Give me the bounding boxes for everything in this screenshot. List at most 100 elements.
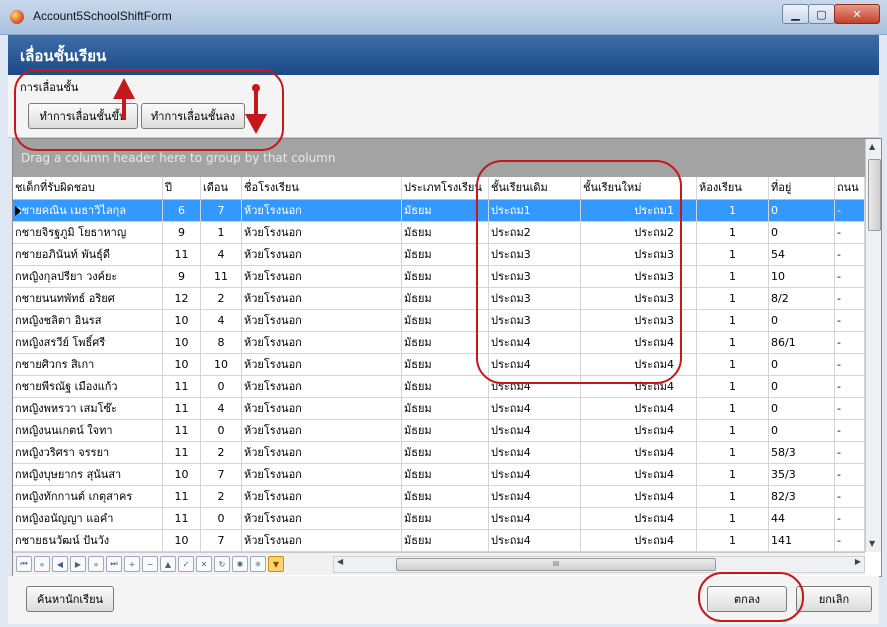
cell-age-years[interactable]: 11 <box>163 508 201 529</box>
cell-school-name[interactable]: ห้วยโรงนอก <box>242 376 402 397</box>
cell-age-months[interactable]: 7 <box>201 530 242 551</box>
cell-old-class[interactable]: ประถม3 <box>489 266 581 287</box>
cell-old-class[interactable]: ประถม4 <box>489 486 581 507</box>
cell-room[interactable]: 1 <box>697 266 769 287</box>
column-header-road[interactable]: ถนน <box>835 177 865 199</box>
cell-age-months[interactable]: 2 <box>201 442 242 463</box>
cell-road[interactable]: - <box>835 310 865 331</box>
cell-school-type[interactable]: มัธยม <box>402 398 489 419</box>
cell-address[interactable]: 0 <box>769 354 835 375</box>
table-row[interactable]: กหญิงวริศรา จรรยา 11 2 ห้วยโรงนอก มัธยม ประถม… <box>13 442 865 464</box>
cell-road[interactable]: - <box>835 376 865 397</box>
cell-room[interactable]: 1 <box>697 508 769 529</box>
nav-apply-button[interactable]: ✓ <box>178 556 194 572</box>
cell-room[interactable]: 1 <box>697 464 769 485</box>
cell-age-months[interactable]: 11 <box>201 266 242 287</box>
cell-school-name[interactable]: ห้วยโรงนอก <box>242 200 402 221</box>
cell-age-months[interactable]: 7 <box>201 464 242 485</box>
cell-old-class[interactable]: ประถม4 <box>489 398 581 419</box>
cell-new-class[interactable]: ประถม3 <box>581 244 697 265</box>
table-row[interactable]: กหญิงทักกานต์ เกตุสาคร 11 2 ห้วยโรงนอก มัธยม… <box>13 486 865 508</box>
cell-school-name[interactable]: ห้วยโรงนอก <box>242 420 402 441</box>
cell-student-name[interactable]: กชายนนทพัทธ์ อริยศ <box>13 288 163 309</box>
table-row[interactable]: กชายอภินันท์ พันธุ์ดี 11 4 ห้วยโรงนอก มัธยมป… <box>13 244 865 266</box>
table-row[interactable]: กชายธนวัฒน์ ปันวัง 10 7 ห้วยโรงนอก มัธยม ประถ… <box>13 530 865 552</box>
table-row[interactable]: กหญิงนนเกตน์ ใจทา 11 0 ห้วยโรงนอก มัธยม ประถม… <box>13 420 865 442</box>
nav-refresh-button[interactable]: ↻ <box>214 556 230 572</box>
cell-school-type[interactable]: มัธยม <box>402 464 489 485</box>
cell-old-class[interactable]: ประถม3 <box>489 244 581 265</box>
cell-school-type[interactable]: มัธยม <box>402 222 489 243</box>
cell-school-type[interactable]: มัธยม <box>402 244 489 265</box>
cell-age-months[interactable]: 0 <box>201 420 242 441</box>
cell-road[interactable]: - <box>835 530 865 551</box>
cell-age-months[interactable]: 4 <box>201 310 242 331</box>
cell-room[interactable]: 1 <box>697 530 769 551</box>
cell-student-name[interactable]: กหญิงนนเกตน์ ใจทา <box>13 420 163 441</box>
cell-old-class[interactable]: ประถม4 <box>489 420 581 441</box>
scroll-right-icon[interactable]: ▶ <box>855 557 861 566</box>
cell-old-class[interactable]: ประถม4 <box>489 508 581 529</box>
table-row[interactable]: กหญิงพหรวา เสมโซ๊ะ 11 4 ห้วยโรงนอก มัธยม ประถ… <box>13 398 865 420</box>
column-header-room[interactable]: ห้องเรียน <box>697 177 769 199</box>
horizontal-scrollbar[interactable]: ◀ III ▶ <box>333 556 865 573</box>
cell-room[interactable]: 1 <box>697 398 769 419</box>
cell-age-months[interactable]: 1 <box>201 222 242 243</box>
cell-new-class[interactable]: ประถม4 <box>581 464 697 485</box>
cell-room[interactable]: 1 <box>697 354 769 375</box>
nav-sparkle-button[interactable]: ✳ <box>250 556 266 572</box>
maximize-button[interactable]: ▢ <box>808 4 835 24</box>
nav-up-button[interactable]: ▲ <box>160 556 176 572</box>
nav-star-button[interactable]: ✱ <box>232 556 248 572</box>
vertical-scrollbar[interactable]: ▲ ▼ <box>865 139 881 552</box>
cell-new-class[interactable]: ประถม3 <box>581 310 697 331</box>
scroll-left-icon[interactable]: ◀ <box>337 557 343 566</box>
table-row[interactable]: กหญิงอนัญญา แอคำ 11 0 ห้วยโรงนอก มัธยม ประถม4… <box>13 508 865 530</box>
nav-next-page-button[interactable]: » <box>88 556 104 572</box>
table-row[interactable]: กชายจิรฐภูมิ โยธาหาญ 9 1 ห้วยโรงนอก มัธยม ประ… <box>13 222 865 244</box>
column-header-school-name[interactable]: ชื่อโรงเรียน <box>242 177 402 199</box>
cell-age-years[interactable]: 11 <box>163 398 201 419</box>
cell-school-name[interactable]: ห้วยโรงนอก <box>242 332 402 353</box>
cell-age-years[interactable]: 10 <box>163 354 201 375</box>
scroll-up-icon[interactable]: ▲ <box>869 142 875 151</box>
cell-school-type[interactable]: มัธยม <box>402 200 489 221</box>
cell-new-class[interactable]: ประถม3 <box>581 266 697 287</box>
cell-address[interactable]: 86/1 <box>769 332 835 353</box>
cell-address[interactable]: 141 <box>769 530 835 551</box>
cell-age-months[interactable]: 0 <box>201 508 242 529</box>
table-row[interactable]: กหญิงกุลปรียา วงค์ยะ 9 11 ห้วยโรงนอก มัธยม ปร… <box>13 266 865 288</box>
cell-room[interactable]: 1 <box>697 244 769 265</box>
cell-age-years[interactable]: 11 <box>163 420 201 441</box>
cell-age-years[interactable]: 10 <box>163 530 201 551</box>
cell-student-name[interactable]: กชายธนวัฒน์ ปันวัง <box>13 530 163 551</box>
cell-address[interactable]: 82/3 <box>769 486 835 507</box>
cell-old-class[interactable]: ประถม4 <box>489 464 581 485</box>
ok-button[interactable]: ตกลง <box>707 586 787 612</box>
cell-road[interactable]: - <box>835 222 865 243</box>
cell-new-class[interactable]: ประถม4 <box>581 486 697 507</box>
cell-address[interactable]: 44 <box>769 508 835 529</box>
search-student-button[interactable]: ค้นหานักเรียน <box>26 586 114 612</box>
cell-new-class[interactable]: ประถม4 <box>581 420 697 441</box>
cell-room[interactable]: 1 <box>697 486 769 507</box>
close-button[interactable]: ✕ <box>834 4 880 24</box>
cell-road[interactable]: - <box>835 354 865 375</box>
cell-school-type[interactable]: มัธยม <box>402 420 489 441</box>
cell-address[interactable]: 8/2 <box>769 288 835 309</box>
cell-school-type[interactable]: มัธยม <box>402 442 489 463</box>
cell-age-months[interactable]: 2 <box>201 288 242 309</box>
group-by-panel[interactable]: Drag a column header here to group by th… <box>13 139 865 177</box>
cell-old-class[interactable]: ประถม4 <box>489 530 581 551</box>
cell-road[interactable]: - <box>835 420 865 441</box>
cell-new-class[interactable]: ประถม1 <box>581 200 697 221</box>
cell-student-name[interactable]: กชายคณิน เมธาวิไลกุล <box>13 200 163 221</box>
nav-cancel-button[interactable]: ✕ <box>196 556 212 572</box>
cell-new-class[interactable]: ประถม4 <box>581 332 697 353</box>
cancel-button[interactable]: ยกเลิก <box>796 586 872 612</box>
cell-age-years[interactable]: 9 <box>163 266 201 287</box>
nav-next-button[interactable]: ▶ <box>70 556 86 572</box>
table-row[interactable]: กชายคณิน เมธาวิไลกุล 6 7 ห้วยโรงนอก มัธยม ประ… <box>13 200 865 222</box>
table-row[interactable]: กหญิงบุษยากร สุนันสา 10 7 ห้วยโรงนอก มัธยม ปร… <box>13 464 865 486</box>
cell-age-months[interactable]: 4 <box>201 398 242 419</box>
